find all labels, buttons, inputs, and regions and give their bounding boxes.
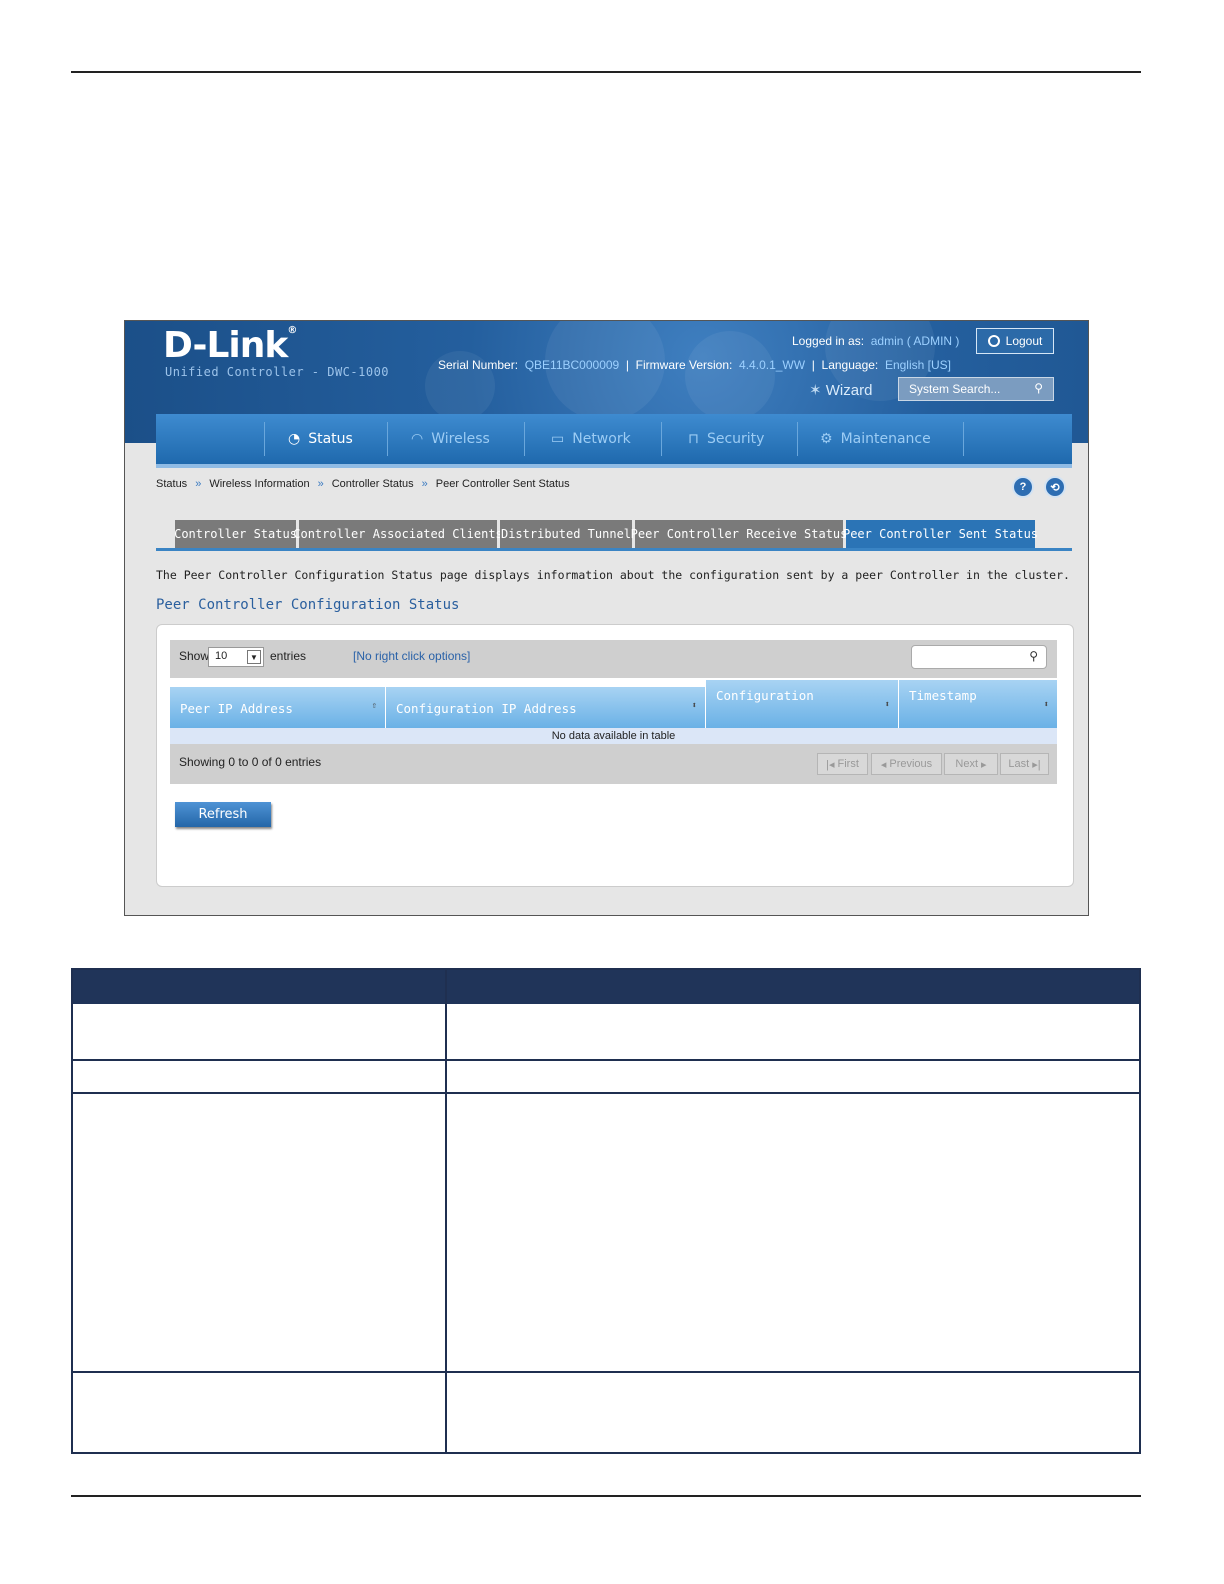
main-nav: ◔ Status ◠ Wireless ▭ Network ⊓ Security ⚙ Ma… xyxy=(156,414,1072,464)
last-page-button[interactable]: Last ▸| xyxy=(1000,753,1049,775)
col-timestamp[interactable]: Timestamp ⬍ xyxy=(899,680,1057,728)
firmware-version: 4.4.0.1_WW xyxy=(739,358,806,372)
wifi-icon: ◠ xyxy=(411,431,424,447)
tab-peer-controller-sent-status[interactable]: Peer Controller Sent Status xyxy=(843,520,1038,548)
status-panel: Show 10 ▼ entries [No right click option… xyxy=(156,624,1074,887)
breadcrumb: Status» Wireless Information» Controller S… xyxy=(156,478,570,490)
wizard-link[interactable]: ✶ Wizard xyxy=(809,381,872,399)
table-row-divider xyxy=(73,1371,1139,1373)
no-right-click-note: [No right click options] xyxy=(353,649,471,663)
show-label: Show xyxy=(179,649,210,663)
sort-icon: ⬍ xyxy=(1043,700,1049,710)
logout-button[interactable]: Logout xyxy=(976,328,1054,354)
help-icon[interactable]: ? xyxy=(1012,476,1034,498)
language-link[interactable]: English [US] xyxy=(885,358,951,372)
showing-entries: Showing 0 to 0 of 0 entries xyxy=(179,755,322,769)
search-icon: ⚲ xyxy=(1034,381,1043,395)
sort-icon: ⬍ xyxy=(691,701,697,711)
chevron-down-icon: ▼ xyxy=(247,650,261,664)
refresh-button[interactable]: Refresh xyxy=(175,802,271,827)
product-subtitle: Unified Controller - DWC-1000 xyxy=(165,365,390,379)
nav-network[interactable]: ▭ Network xyxy=(551,414,631,464)
next-page-icon: ▸ xyxy=(981,758,987,771)
last-page-icon: ▸| xyxy=(1032,758,1041,771)
previous-page-icon: ◂ xyxy=(880,758,887,771)
table-row-divider xyxy=(73,1092,1139,1094)
tab-distributed-tunnel[interactable]: Distributed Tunnel xyxy=(500,520,632,548)
table-toolbar: Show 10 ▼ entries [No right click option… xyxy=(170,640,1057,678)
sort-asc-icon: ⇧ xyxy=(371,701,377,711)
tab-controller-associated-clients[interactable]: Controller Associated Clients xyxy=(293,520,503,548)
logged-in-info: Logged in as: admin ( ADMIN ) xyxy=(792,334,960,348)
section-title: Peer Controller Configuration Status xyxy=(156,597,460,613)
wand-icon: ✶ xyxy=(809,382,822,399)
nav-security[interactable]: ⊓ Security xyxy=(688,414,764,464)
previous-page-button[interactable]: ◂ Previous xyxy=(871,753,942,775)
bottom-rule xyxy=(71,1495,1141,1497)
tab-underline xyxy=(156,548,1072,551)
logged-in-user: admin ( ADMIN ) xyxy=(870,334,960,348)
table-column-divider xyxy=(445,970,447,1452)
col-configuration-ip-address[interactable]: Configuration IP Address ⬍ xyxy=(386,687,706,728)
screenshot-frame: D-Link® Unified Controller - DWC-1000 Lo… xyxy=(124,320,1089,916)
tab-controller-status[interactable]: Controller Status xyxy=(174,520,297,548)
entries-label: entries xyxy=(270,649,307,663)
page-description: The Peer Controller Configuration Status… xyxy=(156,568,1070,582)
gauge-icon: ◔ xyxy=(288,431,301,447)
table-header-row xyxy=(73,970,1139,1004)
table-search-input[interactable]: ⚲ xyxy=(911,645,1047,669)
breadcrumb-status[interactable]: Status xyxy=(156,478,187,490)
table-row-divider xyxy=(73,1059,1139,1061)
breadcrumb-controller-status[interactable]: Controller Status xyxy=(332,478,414,490)
monitor-icon: ▭ xyxy=(551,431,565,447)
system-search-input[interactable]: System Search... ⚲ xyxy=(898,377,1054,401)
first-page-icon: |◂ xyxy=(826,758,835,771)
first-page-button[interactable]: |◂ First xyxy=(817,753,868,775)
tab-peer-controller-receive-status[interactable]: Peer Controller Receive Status xyxy=(631,520,847,548)
field-description-table xyxy=(71,968,1141,1454)
entries-select[interactable]: 10 ▼ xyxy=(208,647,264,667)
power-icon xyxy=(987,335,1000,347)
lock-icon: ⊓ xyxy=(688,431,699,447)
nav-status[interactable]: ◔ Status xyxy=(288,414,353,464)
dlink-logo: D-Link® xyxy=(163,325,297,366)
nav-underline xyxy=(156,464,1072,468)
nav-maintenance[interactable]: ⚙ Maintenance xyxy=(820,414,931,464)
col-configuration[interactable]: Configuration ⬍ xyxy=(706,680,899,728)
empty-table-message: No data available in table xyxy=(170,728,1057,744)
top-rule xyxy=(71,71,1141,73)
table-footer: Showing 0 to 0 of 0 entries |◂ First ◂ Pre… xyxy=(170,744,1057,784)
device-info: Serial Number: QBE11BC000009 | Firmware … xyxy=(438,358,951,372)
gears-icon: ⚙ xyxy=(820,431,833,447)
sort-icon: ⬍ xyxy=(884,700,890,710)
search-icon: ⚲ xyxy=(1029,649,1038,663)
col-peer-ip-address[interactable]: Peer IP Address ⇧ xyxy=(170,687,386,728)
serial-number: QBE11BC000009 xyxy=(524,358,620,372)
refresh-help-icon[interactable]: ⟲ xyxy=(1044,476,1066,498)
breadcrumb-wireless-information[interactable]: Wireless Information xyxy=(209,478,309,490)
next-page-button[interactable]: Next ▸ xyxy=(944,753,998,775)
breadcrumb-current: Peer Controller Sent Status xyxy=(435,478,570,490)
nav-wireless[interactable]: ◠ Wireless xyxy=(411,414,490,464)
